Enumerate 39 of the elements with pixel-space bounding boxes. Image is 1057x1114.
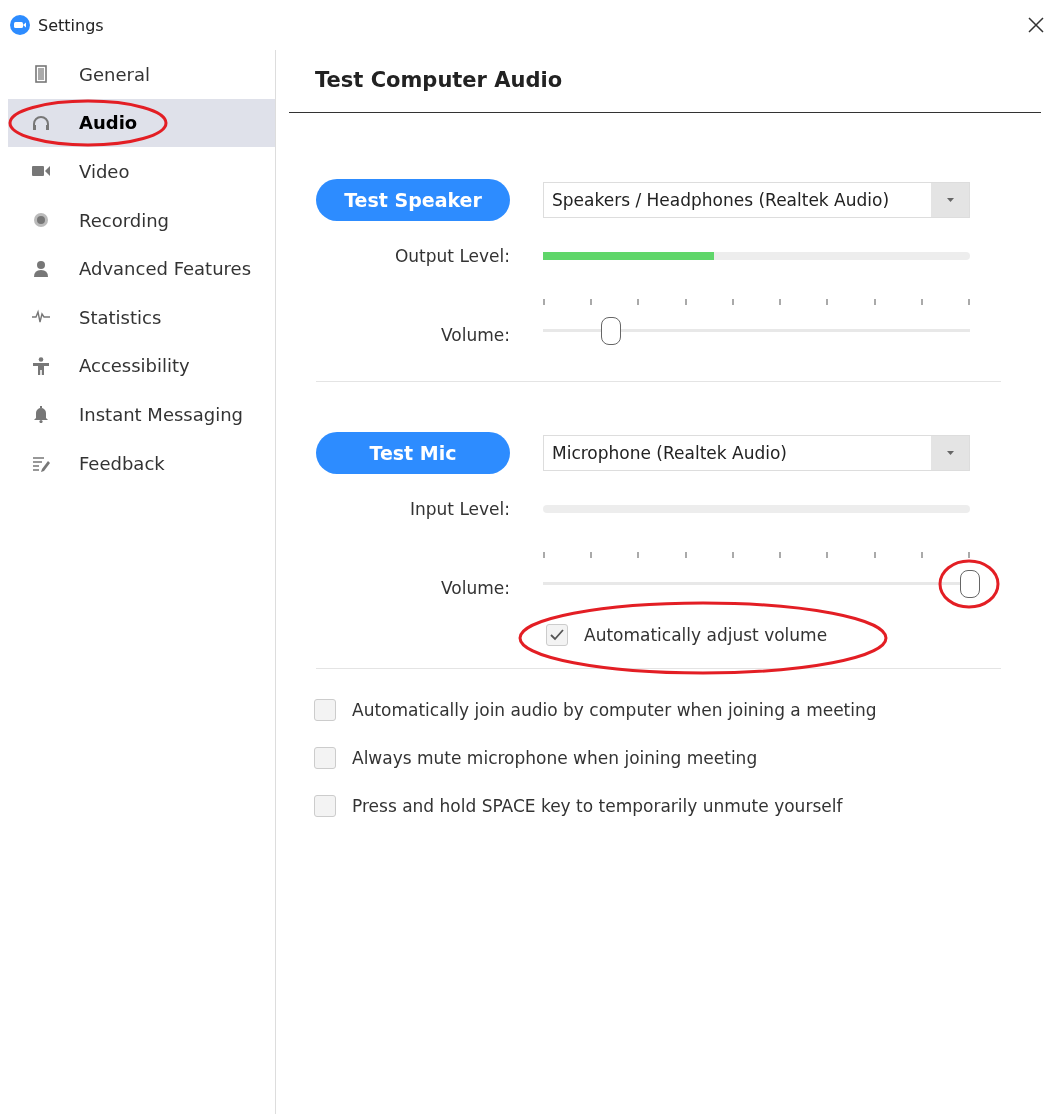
checkbox-label: Automatically join audio by computer when joining a meeting [352, 700, 877, 720]
caret-icon [946, 198, 954, 202]
section-title: Test Computer Audio [289, 50, 1041, 113]
sidebar-item[interactable]: Video [8, 147, 275, 196]
volume-label: Volume: [440, 324, 510, 345]
sidebar-item[interactable]: Recording [8, 195, 275, 245]
sidebar-item[interactable]: Feedback [8, 438, 275, 488]
sidebar-icon [32, 356, 50, 375]
device-dropdown[interactable]: Microphone (Realtek Audio) [543, 435, 970, 471]
sidebar-item[interactable]: Audio [8, 98, 275, 148]
sidebar-item[interactable]: Statistics [8, 292, 275, 342]
app-logo-icon [10, 15, 30, 35]
checkbox[interactable] [314, 747, 336, 769]
sidebar-item[interactable]: Advanced Features [8, 244, 275, 293]
sidebar-icon [32, 113, 50, 132]
close-icon[interactable] [1027, 16, 1045, 34]
level-label: Input Level: [408, 498, 510, 521]
caret-icon [946, 451, 954, 455]
sidebar-item[interactable]: General [8, 50, 275, 99]
sidebar-icon [32, 259, 50, 278]
sidebar-icon [32, 405, 50, 424]
slider-thumb[interactable] [960, 570, 980, 598]
sidebar-icon [32, 65, 50, 84]
checkbox-label: Automatically adjust volume [584, 625, 828, 645]
slider-thumb[interactable] [601, 317, 622, 345]
sidebar-icon [32, 454, 50, 473]
checkmark-icon [550, 629, 564, 641]
level-label: Output Level: [393, 245, 510, 268]
sidebar-icon [32, 211, 50, 230]
window-title: Settings [38, 15, 104, 35]
volume-label: Volume: [440, 577, 510, 598]
checkbox[interactable] [314, 699, 336, 721]
checkbox[interactable] [546, 624, 568, 646]
checkbox-label: Press and hold SPACE key to temporarily unmute yourself [352, 796, 843, 816]
sidebar-item[interactable]: Instant Messaging [8, 390, 275, 439]
checkbox-label: Always mute microphone when joining meeting [352, 748, 758, 768]
checkbox[interactable] [314, 795, 336, 817]
sidebar-item[interactable]: Accessibility [8, 341, 275, 391]
device-dropdown[interactable]: Speakers / Headphones (Realtek Audio) [543, 182, 970, 218]
